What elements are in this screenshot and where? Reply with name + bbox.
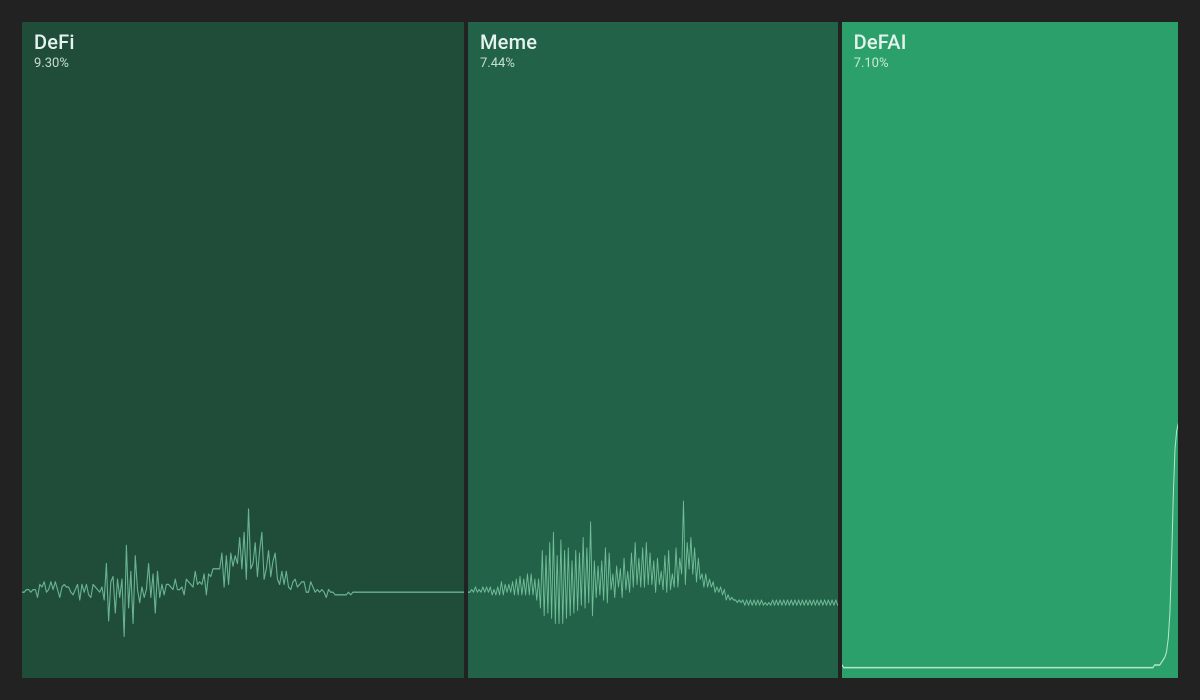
tile-pct: 7.44% xyxy=(480,56,537,71)
tile-title: DeFi xyxy=(34,30,75,54)
tile-title: Meme xyxy=(480,30,537,54)
tile-pct: 9.30% xyxy=(34,56,75,71)
treemap: DeFi 9.30% Meme 7.44% DeFAI 7.10% xyxy=(22,22,1178,678)
tile-meme[interactable]: Meme 7.44% xyxy=(468,22,838,678)
tile-title: DeFAI xyxy=(854,30,907,54)
sparkline-defai xyxy=(842,418,1178,678)
sparkline-meme xyxy=(468,418,838,678)
tile-pct: 7.10% xyxy=(854,56,907,71)
tile-defai[interactable]: DeFAI 7.10% xyxy=(842,22,1178,678)
tile-defi[interactable]: DeFi 9.30% xyxy=(22,22,464,678)
tile-header: Meme 7.44% xyxy=(480,30,537,71)
sparkline-defi xyxy=(22,418,464,678)
tile-header: DeFi 9.30% xyxy=(34,30,75,71)
tile-header: DeFAI 7.10% xyxy=(854,30,907,71)
